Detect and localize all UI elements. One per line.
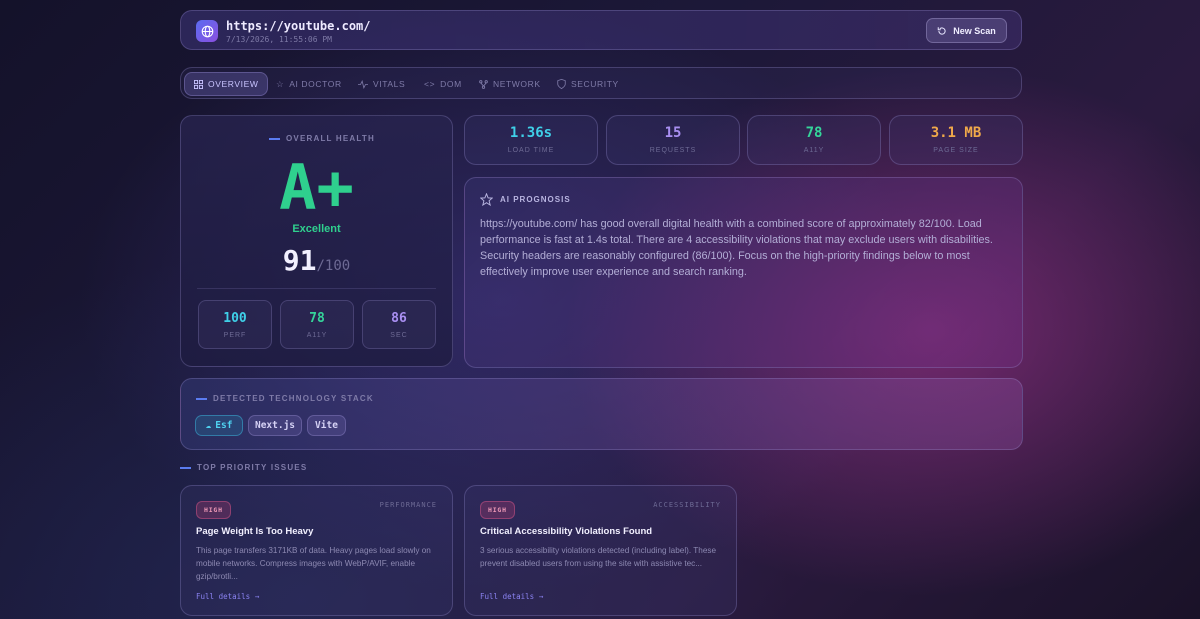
issue-description: This page transfers 3171KB of data. Heav… xyxy=(196,546,431,581)
metric-load-time: 1.36s LOAD TIME xyxy=(464,115,598,165)
dash-icon xyxy=(196,397,207,400)
tab-label: AI DOCTOR xyxy=(289,79,342,89)
star-icon: ☆ xyxy=(276,78,285,89)
tech-chip[interactable]: ☁ Esf xyxy=(195,415,243,436)
tab-label: NETWORK xyxy=(493,79,541,89)
tab-label: OVERVIEW xyxy=(208,79,259,89)
globe-icon xyxy=(196,20,218,42)
overall-health-card: OVERALL HEALTH A+ Excellent 91/100 100 P… xyxy=(180,115,453,367)
issue-card[interactable]: HIGH ACCESSIBILITY Critical Accessibilit… xyxy=(464,485,737,616)
tab-network[interactable]: NETWORK xyxy=(470,72,550,96)
new-scan-button[interactable]: New Scan xyxy=(926,18,1007,43)
new-scan-label: New Scan xyxy=(953,25,996,36)
ai-prognosis-card: AI PROGNOSIS https://youtube.com/ has go… xyxy=(464,177,1023,368)
tab-bar: OVERVIEW ☆ AI DOCTOR VITALS <> DOM NETWO… xyxy=(180,67,1022,99)
metric-page-size: 3.1 MB PAGE SIZE xyxy=(889,115,1023,165)
grid-icon xyxy=(194,79,203,89)
refresh-icon xyxy=(937,26,946,35)
shield-icon xyxy=(557,79,566,89)
severity-badge: HIGH xyxy=(480,501,515,519)
sub-score-a11y: 78 A11Y xyxy=(280,300,354,349)
tech-stack-card: DETECTED TECHNOLOGY STACK ☁ Esf Next.js … xyxy=(180,378,1023,450)
tab-label: VITALS xyxy=(373,79,406,89)
overall-health-label: OVERALL HEALTH xyxy=(269,134,375,143)
code-icon: <> xyxy=(424,79,436,89)
issue-title: Critical Accessibility Violations Found xyxy=(480,526,653,537)
tab-security[interactable]: SECURITY xyxy=(548,72,628,96)
tech-stack-label: DETECTED TECHNOLOGY STACK xyxy=(196,394,374,403)
severity-badge: HIGH xyxy=(196,501,231,519)
network-icon xyxy=(479,79,488,89)
header-bar: https://youtube.com/ 7/13/2026, 11:55:06… xyxy=(180,10,1022,50)
issue-category: ACCESSIBILITY xyxy=(653,501,721,509)
tab-label: DOM xyxy=(440,79,462,89)
tech-chip[interactable]: Vite xyxy=(307,415,346,436)
issue-description: 3 serious accessibility violations detec… xyxy=(480,546,717,568)
ai-prognosis-label: AI PROGNOSIS xyxy=(480,193,571,206)
sub-score-perf: 100 PERF xyxy=(198,300,272,349)
scanned-url: https://youtube.com/ xyxy=(226,19,371,33)
tab-overview[interactable]: OVERVIEW xyxy=(184,72,269,96)
star-icon xyxy=(480,193,493,206)
sub-score-sec: 86 SEC xyxy=(362,300,436,349)
health-grade-text: Excellent xyxy=(292,223,341,235)
cloud-icon: ☁ xyxy=(205,420,212,431)
health-score-value: 91 xyxy=(282,244,317,277)
tab-label: SECURITY xyxy=(571,79,619,89)
dash-icon xyxy=(269,137,280,140)
health-score: 91/100 xyxy=(181,244,452,277)
divider xyxy=(197,288,436,289)
tab-vitals[interactable]: VITALS xyxy=(349,72,414,96)
issue-card[interactable]: HIGH PERFORMANCE Page Weight Is Too Heav… xyxy=(180,485,453,616)
tech-chip[interactable]: Next.js xyxy=(248,415,302,436)
health-score-max: /100 xyxy=(316,258,351,274)
ai-prognosis-text: https://youtube.com/ has good overall di… xyxy=(480,218,993,278)
issue-category: PERFORMANCE xyxy=(379,501,437,509)
pulse-icon xyxy=(358,79,368,89)
scan-timestamp: 7/13/2026, 11:55:06 PM xyxy=(226,35,332,44)
full-details-link[interactable]: Full details → xyxy=(196,592,259,601)
full-details-link[interactable]: Full details → xyxy=(480,592,543,601)
tab-ai-doctor[interactable]: ☆ AI DOCTOR xyxy=(267,72,351,96)
metric-a11y: 78 A11Y xyxy=(747,115,881,165)
top-issues-label: TOP PRIORITY ISSUES xyxy=(180,463,307,472)
issue-title: Page Weight Is Too Heavy xyxy=(196,526,314,537)
health-grade: A+ xyxy=(279,151,354,224)
metric-requests: 15 REQUESTS xyxy=(606,115,740,165)
tab-dom[interactable]: <> DOM xyxy=(415,72,471,96)
dash-icon xyxy=(180,466,191,469)
